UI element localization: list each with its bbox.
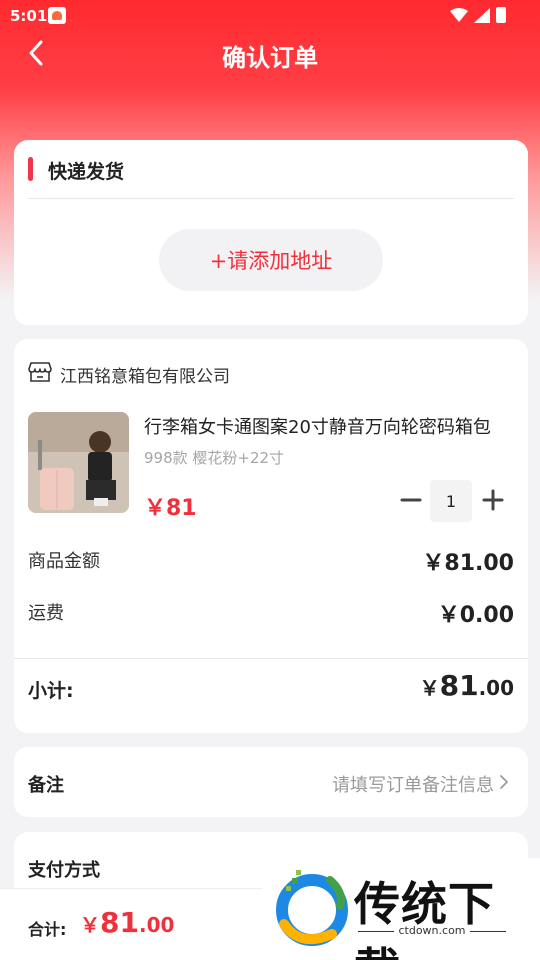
product-price: ￥81 (144, 496, 197, 521)
subtotal-decimal: .00 (478, 676, 514, 700)
wifi-icon (450, 8, 468, 22)
watermark-title: 传统下载 (354, 877, 495, 960)
goods-amount-label: 商品金额 (28, 551, 100, 572)
shipping-title: 快递发货 (48, 161, 125, 183)
store-name: 江西铭意箱包有限公司 (60, 367, 230, 387)
payment-label: 支付方式 (28, 860, 100, 881)
product-image[interactable] (28, 412, 129, 513)
quantity-value[interactable]: 1 (430, 480, 472, 522)
page-title: 确认订单 (222, 44, 318, 72)
total-label: 合计: (28, 920, 67, 939)
plus-icon[interactable] (478, 485, 508, 515)
subtotal-label: 小计: (28, 680, 74, 702)
product-spec: 998款 樱花粉+22寸 (144, 449, 285, 467)
total-value: ￥81.00 (80, 906, 174, 939)
battery-icon (496, 7, 506, 23)
product-title[interactable]: 行李箱女卡通图案20寸静音万向轮密码箱包 (144, 413, 514, 439)
total-integer: 81 (100, 906, 139, 939)
status-icons (450, 7, 506, 23)
total-currency: ￥ (80, 913, 100, 937)
minus-icon[interactable] (396, 485, 426, 515)
total-decimal: .00 (138, 913, 175, 937)
shipping-fee-label: 运费 (28, 603, 64, 624)
subtotal-value: ￥81.00 (420, 669, 514, 702)
divider (14, 658, 528, 659)
status-time: 5:01 (10, 7, 48, 25)
chevron-right-icon (500, 775, 508, 789)
app-notification-icon (48, 7, 66, 24)
subtotal-integer: 81 (439, 669, 479, 702)
subtotal-currency: ￥ (419, 676, 440, 700)
shipping-card: 快递发货 +请添加地址 (14, 140, 528, 325)
signal-icon (474, 7, 490, 23)
order-card: 江西铭意箱包有限公司 行李箱女卡通图案20寸静音万向轮密码箱包 998款 樱花粉… (14, 339, 528, 733)
status-bar: 5:01 (0, 0, 540, 32)
note-row[interactable]: 备注 请填写订单备注信息 (14, 747, 528, 817)
shipping-fee-value: ￥0.00 (437, 603, 514, 628)
goods-amount-value: ￥81.00 (422, 551, 514, 576)
store-icon (28, 362, 52, 382)
watermark: 传统下载 ctdown.com (262, 858, 540, 960)
nav-bar: 确认订单 (0, 32, 540, 74)
note-label: 备注 (28, 775, 64, 796)
watermark-url: ctdown.com (354, 924, 510, 937)
divider (28, 198, 514, 199)
note-placeholder[interactable]: 请填写订单备注信息 (332, 771, 494, 797)
add-address-button[interactable]: +请添加地址 (159, 229, 383, 291)
watermark-logo-icon (276, 870, 348, 946)
section-accent-bar (28, 157, 33, 181)
